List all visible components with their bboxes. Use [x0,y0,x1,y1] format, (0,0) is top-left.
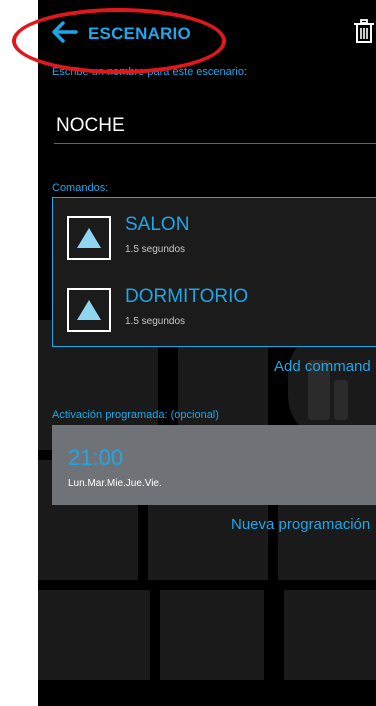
arrow-left-icon [52,20,78,48]
device-icon [67,288,111,332]
command-duration: 1.5 segundos [125,244,186,255]
back-button[interactable]: ESCENARIO [52,20,191,48]
command-name: SALON [125,214,190,235]
new-schedule-button[interactable]: Nueva programación [231,516,370,533]
command-item-salon[interactable]: SALON 1.5 segundos [67,212,367,262]
delete-button[interactable] [352,18,376,46]
header-bar: ESCENARIO [38,0,376,66]
command-duration: 1.5 segundos [125,316,186,327]
schedule-card[interactable]: 21:00 Lun.Mar.Mie.Jue.Vie. [52,425,376,505]
commands-label: Comandos: [52,182,109,194]
background-watermark-shape [284,590,376,680]
schedule-time: 21:00 [68,445,124,470]
scenario-name-input[interactable] [54,108,376,144]
background-watermark-shape [160,590,264,680]
phone-screen: ESCENARIO Escribe un nombre para este es… [38,0,376,706]
trash-icon [352,19,376,50]
command-item-dormitorio[interactable]: DORMITORIO 1.5 segundos [67,284,367,334]
commands-list: SALON 1.5 segundos DORMITORIO 1.5 segund… [52,197,376,347]
schedule-days: Lun.Mar.Mie.Jue.Vie. [68,478,162,489]
command-name: DORMITORIO [125,286,249,307]
device-icon [67,216,111,260]
page-title: ESCENARIO [88,24,191,43]
background-watermark-mark [334,380,348,420]
schedule-label: Activación programada: (opcional) [52,409,219,421]
name-prompt-label: Escribe un nombre para este escenario: [52,66,248,78]
add-command-button[interactable]: Add command [274,358,371,375]
background-watermark-shape [38,590,150,680]
